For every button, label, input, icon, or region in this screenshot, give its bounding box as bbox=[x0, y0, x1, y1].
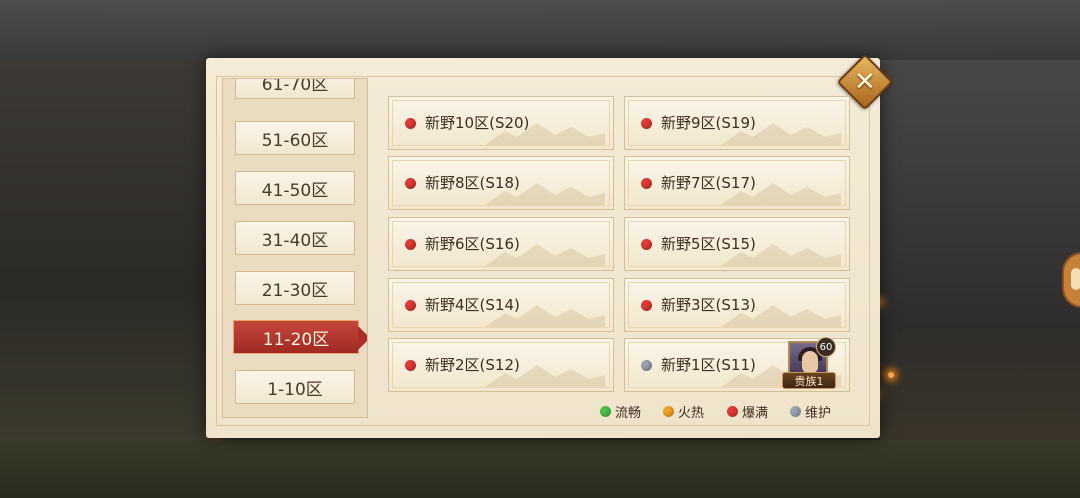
character-level-badge: 60 bbox=[816, 337, 836, 357]
legend-item-hot: 火热 bbox=[663, 403, 705, 421]
range-tab-11-20[interactable]: 11-20区 bbox=[233, 320, 367, 354]
close-icon: ✕ bbox=[854, 66, 876, 97]
legend-item-full: 爆满 bbox=[727, 403, 769, 421]
server-card-s12[interactable]: 新野2区(S12) bbox=[388, 338, 614, 392]
server-card-s13[interactable]: 新野3区(S13) bbox=[624, 278, 850, 332]
legend-dot bbox=[600, 405, 611, 417]
server-card-s19[interactable]: 新野9区(S19) bbox=[624, 96, 850, 150]
range-tab-51-60[interactable]: 51-60区 bbox=[235, 121, 355, 155]
status-dot bbox=[405, 360, 416, 371]
server-name: 新野10区(S20) bbox=[425, 114, 530, 132]
server-name: 新野7区(S17) bbox=[661, 174, 756, 192]
legend-dot bbox=[727, 405, 738, 417]
status-dot bbox=[405, 178, 416, 189]
server-card-s18[interactable]: 新野8区(S18) bbox=[388, 156, 614, 210]
server-name: 新野8区(S18) bbox=[425, 174, 520, 192]
status-dot bbox=[405, 239, 416, 250]
range-tab-partial[interactable]: 61-70区 bbox=[235, 79, 355, 99]
status-dot bbox=[641, 118, 652, 129]
legend-label: 火热 bbox=[678, 405, 705, 421]
status-dot bbox=[641, 360, 652, 371]
status-dot bbox=[641, 178, 652, 189]
background-scenery-right bbox=[880, 60, 1080, 440]
server-card-s20[interactable]: 新野10区(S20) bbox=[388, 96, 614, 150]
server-name: 新野4区(S14) bbox=[425, 296, 520, 314]
server-name: 新野6区(S16) bbox=[425, 235, 520, 253]
legend-dot bbox=[663, 405, 674, 417]
character-avatar[interactable]: 60 贵族1 bbox=[782, 337, 836, 389]
range-tab-1-10[interactable]: 1-10区 bbox=[235, 370, 355, 404]
server-name: 新野2区(S12) bbox=[425, 356, 520, 374]
avatar-face bbox=[802, 351, 818, 373]
server-card-s14[interactable]: 新野4区(S14) bbox=[388, 278, 614, 332]
range-tab-31-40[interactable]: 31-40区 bbox=[235, 221, 355, 255]
server-card-s16[interactable]: 新野6区(S16) bbox=[388, 217, 614, 271]
character-rank-badge: 贵族1 bbox=[782, 372, 836, 389]
status-dot bbox=[405, 118, 416, 129]
legend-dot bbox=[790, 405, 801, 417]
server-name: 新野5区(S15) bbox=[661, 235, 756, 253]
server-name: 新野1区(S11) bbox=[661, 356, 756, 374]
range-tab-41-50[interactable]: 41-50区 bbox=[235, 171, 355, 205]
ember-particle bbox=[888, 372, 894, 378]
legend-item-smooth: 流畅 bbox=[600, 403, 642, 421]
background-ground bbox=[0, 440, 1080, 498]
range-tab-21-30[interactable]: 21-30区 bbox=[235, 271, 355, 305]
status-dot bbox=[641, 239, 652, 250]
legend-label: 维护 bbox=[805, 405, 832, 421]
background-scenery-left bbox=[0, 60, 210, 440]
legend-label: 流畅 bbox=[615, 405, 642, 421]
server-card-s17[interactable]: 新野7区(S17) bbox=[624, 156, 850, 210]
status-dot bbox=[405, 300, 416, 311]
server-name: 新野3区(S13) bbox=[661, 296, 756, 314]
legend-label: 爆满 bbox=[742, 405, 769, 421]
status-dot bbox=[641, 300, 652, 311]
server-range-list[interactable]: 61-70区 51-60区 41-50区 31-40区 21-30区 11-20… bbox=[222, 78, 368, 418]
server-card-s15[interactable]: 新野5区(S15) bbox=[624, 217, 850, 271]
server-name: 新野9区(S19) bbox=[661, 114, 756, 132]
legend-item-maintenance: 维护 bbox=[790, 403, 832, 421]
